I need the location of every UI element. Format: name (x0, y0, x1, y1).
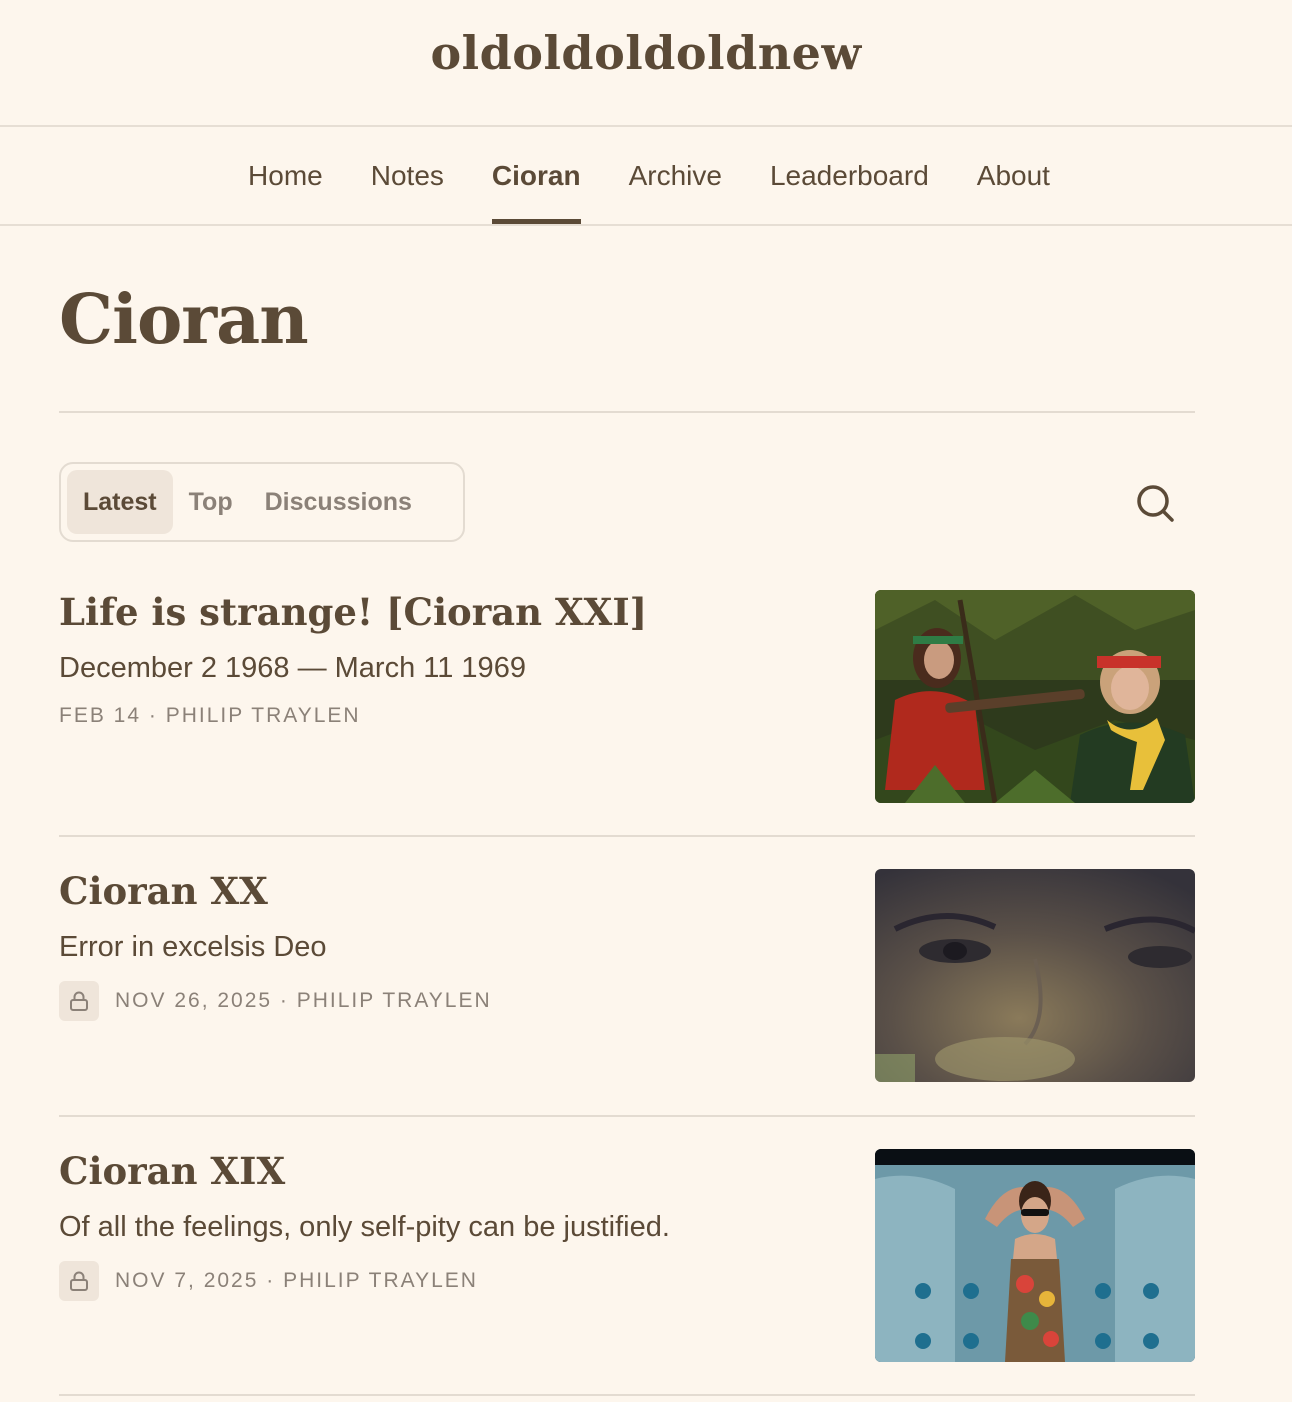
nav-item-archive[interactable]: Archive (629, 127, 722, 224)
page-title: Cioran (59, 280, 309, 360)
nav-item-notes[interactable]: Notes (371, 127, 444, 224)
pool-float-still (875, 1149, 1195, 1362)
post-filter-tabs: Latest Top Discussions (59, 462, 465, 542)
post-subtitle: December 2 1968 — March 11 1969 (59, 652, 526, 684)
post-subtitle: Error in excelsis Deo (59, 931, 327, 963)
search-button[interactable] (1130, 480, 1180, 530)
post-item[interactable]: Life is strange! [Cioran XXI] December 2… (59, 590, 1195, 804)
post-meta: NOV 26, 2025 · PHILIP TRAYLEN (59, 981, 492, 1021)
face-close-up-still (875, 869, 1195, 1082)
post-title[interactable]: Life is strange! [Cioran XXI] (59, 590, 647, 634)
post-thumbnail[interactable] (875, 590, 1195, 803)
post-meta: NOV 7, 2025 · PHILIP TRAYLEN (59, 1261, 478, 1301)
tab-latest[interactable]: Latest (67, 470, 173, 534)
post-divider (59, 1394, 1195, 1396)
site-title[interactable]: oldoldoldoldnew (430, 26, 861, 80)
post-meta-text: NOV 26, 2025 · PHILIP TRAYLEN (115, 989, 492, 1012)
main-nav: Home Notes Cioran Archive Leaderboard Ab… (0, 127, 1292, 226)
post-thumbnail[interactable] (875, 869, 1195, 1082)
post-subtitle: Of all the feelings, only self-pity can … (59, 1211, 670, 1243)
search-icon (1137, 485, 1174, 522)
post-divider (59, 1115, 1195, 1117)
post-meta: FEB 14 · PHILIP TRAYLEN (59, 704, 361, 728)
lock-icon (59, 981, 99, 1021)
post-meta-text: NOV 7, 2025 · PHILIP TRAYLEN (115, 1269, 478, 1292)
post-title[interactable]: Cioran XX (59, 869, 268, 913)
post-item[interactable]: Cioran XIX Of all the feelings, only sel… (59, 1149, 1195, 1363)
post-divider (59, 835, 1195, 837)
post-thumbnail[interactable] (875, 1149, 1195, 1362)
nav-item-leaderboard[interactable]: Leaderboard (770, 127, 929, 224)
post-title[interactable]: Cioran XIX (59, 1149, 285, 1193)
post-item[interactable]: Cioran XX Error in excelsis Deo NOV 26, … (59, 869, 1195, 1083)
tab-top[interactable]: Top (173, 470, 249, 534)
site-header: oldoldoldoldnew (0, 0, 1292, 127)
forest-film-still (875, 590, 1195, 803)
post-meta-text: FEB 14 · PHILIP TRAYLEN (59, 704, 361, 727)
tab-discussions[interactable]: Discussions (249, 470, 428, 534)
lock-icon (59, 1261, 99, 1301)
nav-item-about[interactable]: About (977, 127, 1050, 224)
nav-item-home[interactable]: Home (248, 127, 323, 224)
section-divider (59, 411, 1195, 413)
nav-item-cioran[interactable]: Cioran (491, 127, 581, 224)
